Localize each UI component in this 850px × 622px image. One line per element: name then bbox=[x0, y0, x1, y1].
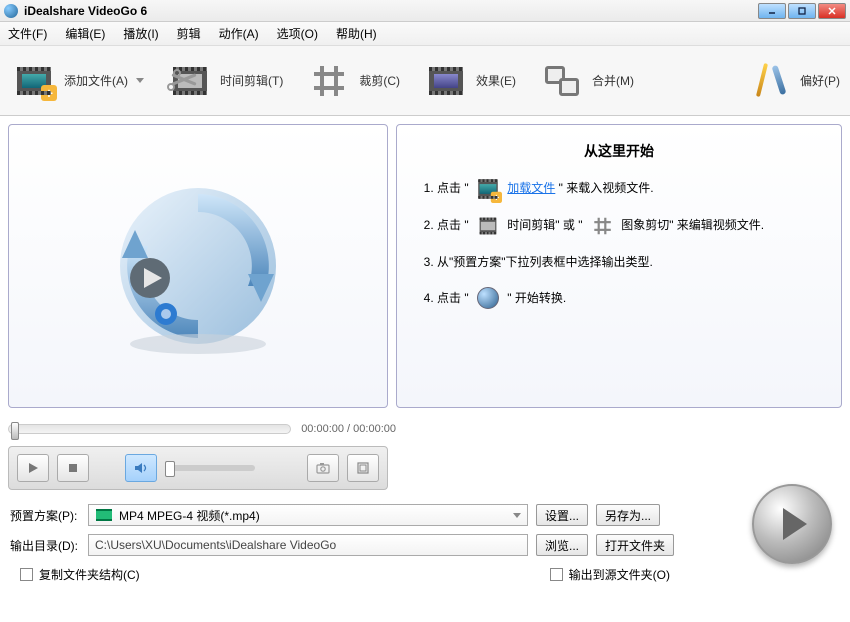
add-file-icon: + bbox=[17, 67, 51, 95]
effect-icon bbox=[429, 67, 463, 95]
chevron-down-icon bbox=[513, 513, 521, 518]
time-display: 00:00:00 / 00:00:00 bbox=[301, 423, 396, 435]
browse-button[interactable]: 浏览... bbox=[536, 534, 588, 556]
start-panel: 从这里开始 点击 " + 加载文件 " 来载入视频文件. 点击 " 时间剪辑" … bbox=[396, 124, 842, 408]
app-logo-3d bbox=[98, 166, 298, 366]
save-as-button[interactable]: 另存为... bbox=[596, 504, 660, 526]
step-1: 点击 " + 加载文件 " 来载入视频文件. bbox=[437, 177, 823, 200]
copy-structure-checkbox[interactable]: 复制文件夹结构(C) bbox=[20, 566, 140, 583]
convert-button[interactable] bbox=[752, 484, 832, 564]
volume-slider[interactable] bbox=[165, 465, 255, 471]
settings-button[interactable]: 设置... bbox=[536, 504, 588, 526]
minimize-button[interactable] bbox=[758, 3, 786, 19]
start-title: 从这里开始 bbox=[415, 141, 823, 161]
add-file-label: 添加文件(A) bbox=[64, 72, 128, 89]
seek-track[interactable] bbox=[8, 424, 291, 434]
convert-sphere-icon bbox=[477, 287, 499, 309]
scissors-icon bbox=[167, 65, 203, 95]
seek-bar: 00:00:00 / 00:00:00 bbox=[8, 416, 396, 442]
merge-icon bbox=[545, 66, 579, 96]
playback-controls bbox=[8, 446, 388, 490]
app-icon bbox=[4, 4, 18, 18]
menu-action[interactable]: 动作(A) bbox=[219, 25, 259, 42]
stop-button[interactable] bbox=[57, 454, 89, 482]
add-file-icon: + bbox=[478, 179, 498, 199]
title-bar: iDealshare VideoGo 6 bbox=[0, 0, 850, 22]
preview-panel bbox=[8, 124, 388, 408]
menu-bar: 文件(F) 编辑(E) 播放(I) 剪辑 动作(A) 选项(O) 帮助(H) bbox=[0, 22, 850, 46]
profile-select[interactable]: MP4 MPEG-4 视频(*.mp4) bbox=[88, 504, 528, 526]
tools-icon bbox=[752, 61, 788, 101]
effect-label: 效果(E) bbox=[476, 72, 516, 89]
pref-label: 偏好(P) bbox=[800, 72, 840, 89]
preferences-button[interactable]: 偏好(P) bbox=[746, 59, 840, 103]
merge-label: 合并(M) bbox=[592, 72, 634, 89]
chevron-down-icon[interactable] bbox=[136, 78, 144, 83]
output-to-source-checkbox[interactable]: 输出到源文件夹(O) bbox=[550, 566, 670, 583]
output-path-field[interactable]: C:\Users\XU\Documents\iDealshare VideoGo bbox=[88, 534, 528, 556]
trim-label: 时间剪辑(T) bbox=[220, 72, 283, 89]
menu-file[interactable]: 文件(F) bbox=[8, 25, 47, 42]
play-button[interactable] bbox=[17, 454, 49, 482]
crop-button[interactable]: 裁剪(C) bbox=[305, 59, 400, 103]
close-button[interactable] bbox=[818, 3, 846, 19]
play-icon bbox=[783, 508, 807, 540]
profile-row: 预置方案(P): MP4 MPEG-4 视频(*.mp4) 设置... 另存为.… bbox=[10, 504, 840, 526]
maximize-button[interactable] bbox=[788, 3, 816, 19]
snapshot-button[interactable] bbox=[307, 454, 339, 482]
output-label: 输出目录(D): bbox=[10, 537, 80, 554]
crop-icon bbox=[594, 217, 609, 234]
profile-value: MP4 MPEG-4 视频(*.mp4) bbox=[119, 507, 260, 524]
menu-options[interactable]: 选项(O) bbox=[277, 25, 318, 42]
fullscreen-button[interactable] bbox=[347, 454, 379, 482]
merge-button[interactable]: 合并(M) bbox=[538, 59, 634, 103]
step-4: 点击 " " 开始转换. bbox=[437, 287, 823, 310]
add-file-button[interactable]: + 添加文件(A) bbox=[10, 59, 144, 103]
film-icon bbox=[480, 217, 497, 234]
output-row: 输出目录(D): C:\Users\XU\Documents\iDealshar… bbox=[10, 534, 840, 556]
step-3: 从"预置方案"下拉列表框中选择输出类型. bbox=[437, 251, 823, 273]
effect-button[interactable]: 效果(E) bbox=[422, 59, 516, 103]
crop-icon bbox=[314, 66, 344, 96]
menu-clip[interactable]: 剪辑 bbox=[177, 25, 201, 42]
toolbar: + 添加文件(A) 时间剪辑(T) 裁剪(C) 效果(E) 合并(M) 偏好(P… bbox=[0, 46, 850, 116]
open-folder-button[interactable]: 打开文件夹 bbox=[596, 534, 674, 556]
load-file-link[interactable]: 加载文件 bbox=[507, 181, 555, 195]
profile-label: 预置方案(P): bbox=[10, 507, 80, 524]
volume-button[interactable] bbox=[125, 454, 157, 482]
crop-label: 裁剪(C) bbox=[359, 72, 400, 89]
menu-edit[interactable]: 编辑(E) bbox=[65, 25, 105, 42]
step-2: 点击 " 时间剪辑" 或 " 图象剪切" 来编辑视频文件. bbox=[437, 214, 823, 237]
menu-help[interactable]: 帮助(H) bbox=[336, 25, 377, 42]
trim-button[interactable]: 时间剪辑(T) bbox=[166, 59, 283, 103]
window-title: iDealshare VideoGo 6 bbox=[24, 4, 758, 18]
menu-play[interactable]: 播放(I) bbox=[123, 25, 158, 42]
